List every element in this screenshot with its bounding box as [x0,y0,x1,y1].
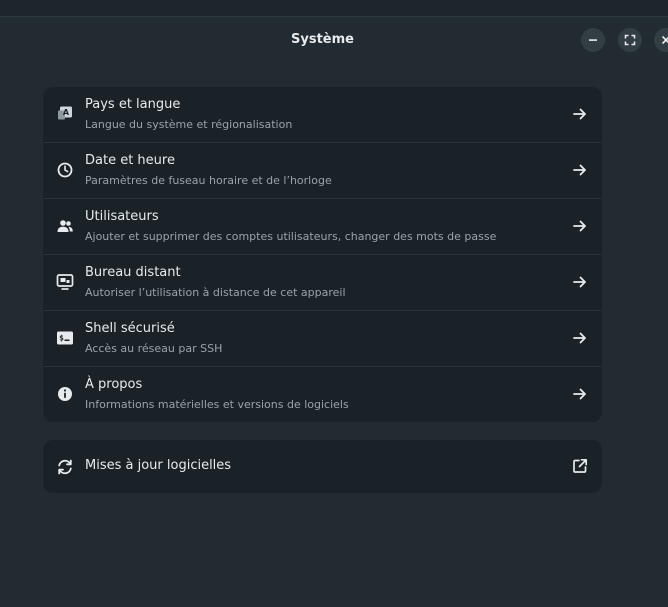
row-title: Utilisateurs [85,209,159,224]
row-subtitle: Paramètres de fuseau horaire et de l’hor… [85,174,332,187]
row-subtitle: Autoriser l’utilisation à distance de ce… [85,286,346,299]
row-remote-desktop[interactable]: Bureau distant Autoriser l’utilisation à… [43,254,602,310]
arrow-right-icon [572,162,588,178]
header-bar: Système [0,17,668,63]
row-subtitle: Langue du système et régionalisation [85,118,293,131]
language-icon: A [56,105,74,123]
arrow-right-icon [572,386,588,402]
row-subtitle: Ajouter et supprimer des comptes utilisa… [85,230,497,243]
arrow-right-icon [572,274,588,290]
info-icon [56,385,74,403]
system-settings-list: A Pays et langue Langue du système et ré… [43,87,602,422]
row-title: À propos [85,377,143,392]
svg-text:A: A [63,108,70,117]
refresh-icon [56,458,74,476]
maximize-button[interactable] [618,28,642,52]
row-title: Mises à jour logicielles [85,458,232,473]
minimize-icon [589,39,597,41]
row-subtitle: Accès au réseau par SSH [85,342,223,355]
row-title: Bureau distant [85,265,181,280]
row-about[interactable]: À propos Informations matérielles et ver… [43,366,602,422]
row-date-time[interactable]: Date et heure Paramètres de fuseau horai… [43,142,602,198]
external-link-icon [572,458,588,474]
row-region-language[interactable]: A Pays et langue Langue du système et ré… [43,87,602,142]
row-subtitle: Informations matérielles et versions de … [85,398,349,411]
row-secure-shell[interactable]: $ Shell sécurisé Accès au réseau par SSH [43,310,602,366]
close-icon [661,35,668,45]
arrow-right-icon [572,106,588,122]
row-title: Shell sécurisé [85,321,175,336]
terminal-icon: $ [56,329,74,347]
arrow-right-icon [572,330,588,346]
window-title: Système [291,32,354,47]
software-updates-card: Mises à jour logicielles [43,440,602,493]
row-software-updates[interactable]: Mises à jour logicielles [43,440,602,493]
close-button[interactable] [654,28,668,52]
svg-text:$: $ [59,334,64,343]
row-title: Pays et langue [85,97,181,112]
row-title: Date et heure [85,153,175,168]
clock-icon [56,161,74,179]
remote-desktop-icon [56,273,74,291]
maximize-icon [624,34,636,46]
arrow-right-icon [572,218,588,234]
top-strip [0,0,668,17]
row-users[interactable]: Utilisateurs Ajouter et supprimer des co… [43,198,602,254]
users-icon [56,217,74,235]
minimize-button[interactable] [581,28,605,52]
